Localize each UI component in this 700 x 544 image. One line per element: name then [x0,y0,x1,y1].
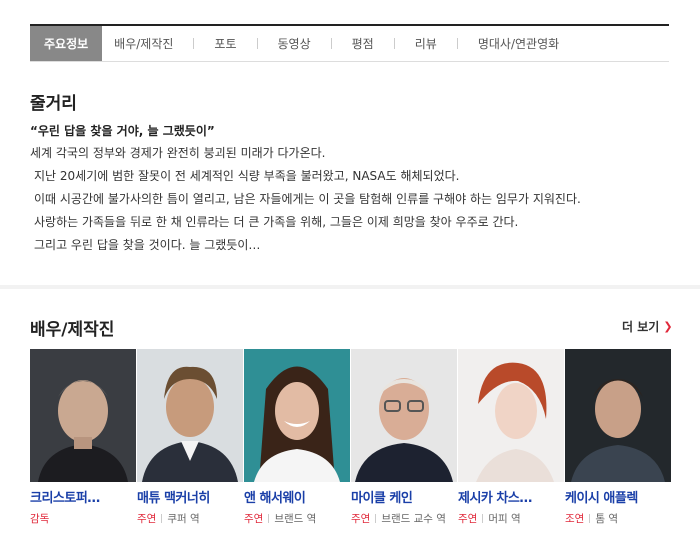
cast-character: 브랜드 교수 역 [381,513,446,525]
cast-part: 주연 [351,513,371,525]
cast-card: 크리스토퍼… 감독 [30,349,136,528]
tab-1[interactable]: 배우/제작진 [102,26,185,61]
synopsis-tagline: “우린 답을 찾을 거야, 늘 그랬듯이” [30,124,215,138]
tab-separator [256,38,258,49]
cast-role: 주연 머피 역 [458,511,564,528]
synopsis-title: 줄거리 [30,94,77,114]
cast-character: 톰 역 [595,513,618,525]
tab-2[interactable]: 포토 [202,26,248,61]
tab-separator [456,38,458,49]
cast-role: 주연 쿠퍼 역 [137,511,243,528]
synopsis-line: 사랑하는 가족들을 뒤로 한 채 인류라는 더 큰 가족을 위해, 그들은 이제… [34,215,519,229]
cast-photo[interactable] [244,349,350,482]
tab-4[interactable]: 평점 [340,26,386,61]
cast-name[interactable]: 크리스토퍼… [30,487,136,506]
cast-card: 제시카 차스… 주연 머피 역 [458,349,564,528]
cast-card: 매튜 맥커너히 주연 쿠퍼 역 [137,349,243,528]
tab-separator [330,38,332,49]
tab-6[interactable]: 명대사/연관영화 [466,26,571,61]
cast-card: 케이시 애플렉 조연 톰 역 [565,349,671,528]
cast-card: 앤 해서웨이 주연 브랜드 역 [244,349,350,528]
cast-role: 주연 브랜드 교수 역 [351,511,457,528]
more-link[interactable]: 더 보기 ❯ [622,318,673,335]
cast-role: 조연 톰 역 [565,511,671,528]
cast-role: 주연 브랜드 역 [244,511,350,528]
cast-photo[interactable] [565,349,671,482]
cast-card: 마이클 케인 주연 브랜드 교수 역 [351,349,457,528]
tab-separator [393,38,395,49]
cast-section-title: 배우/제작진 [30,320,115,340]
cast-part: 감독 [30,513,50,525]
cast-photo[interactable] [351,349,457,482]
cast-part: 주연 [137,513,157,525]
cast-character: 브랜드 역 [274,513,317,525]
tab-5[interactable]: 리뷰 [403,26,449,61]
cast-name[interactable]: 매튜 맥커너히 [137,487,243,506]
chevron-right-icon: ❯ [663,320,673,333]
cast-list: 크리스토퍼… 감독 매튜 맥커너히 주연 쿠퍼 역 앤 해서웨이 주연 브랜드 … [30,349,671,528]
cast-name[interactable]: 케이시 애플렉 [565,487,671,506]
tab-separator [193,38,195,49]
synopsis-body: 세계 각국의 정부와 경제가 완전히 붕괴된 미래가 다가온다. 지난 20세기… [30,142,670,257]
cast-name[interactable]: 제시카 차스… [458,487,564,506]
more-link-label: 더 보기 [622,320,660,334]
cast-photo[interactable] [30,349,136,482]
cast-name[interactable]: 앤 해서웨이 [244,487,350,506]
cast-photo[interactable] [137,349,243,482]
tab-bar: 주요정보 배우/제작진 포토 동영상 평점 리뷰 명대사/연관영화 [30,24,669,62]
cast-name[interactable]: 마이클 케인 [351,487,457,506]
cast-character: 쿠퍼 역 [167,513,200,525]
cast-part: 주연 [244,513,264,525]
synopsis-line: 이때 시공간에 불가사의한 틈이 열리고, 남은 자들에게는 이 곳을 탐험해 … [34,192,581,206]
synopsis-line: 지난 20세기에 범한 잘못이 전 세계적인 식량 부족을 불러왔고, NASA… [34,169,460,183]
tab-0[interactable]: 주요정보 [30,26,103,61]
cast-role: 감독 [30,511,136,528]
cast-part: 조연 [565,513,585,525]
tab-3[interactable]: 동영상 [266,26,323,61]
section-divider [0,285,700,289]
cast-photo[interactable] [458,349,564,482]
cast-part: 주연 [458,513,478,525]
cast-character: 머피 역 [488,513,521,525]
synopsis-line: 그리고 우린 답을 찾을 것이다. 늘 그랬듯이… [34,238,261,252]
synopsis-line: 세계 각국의 정부와 경제가 완전히 붕괴된 미래가 다가온다. [30,146,326,160]
